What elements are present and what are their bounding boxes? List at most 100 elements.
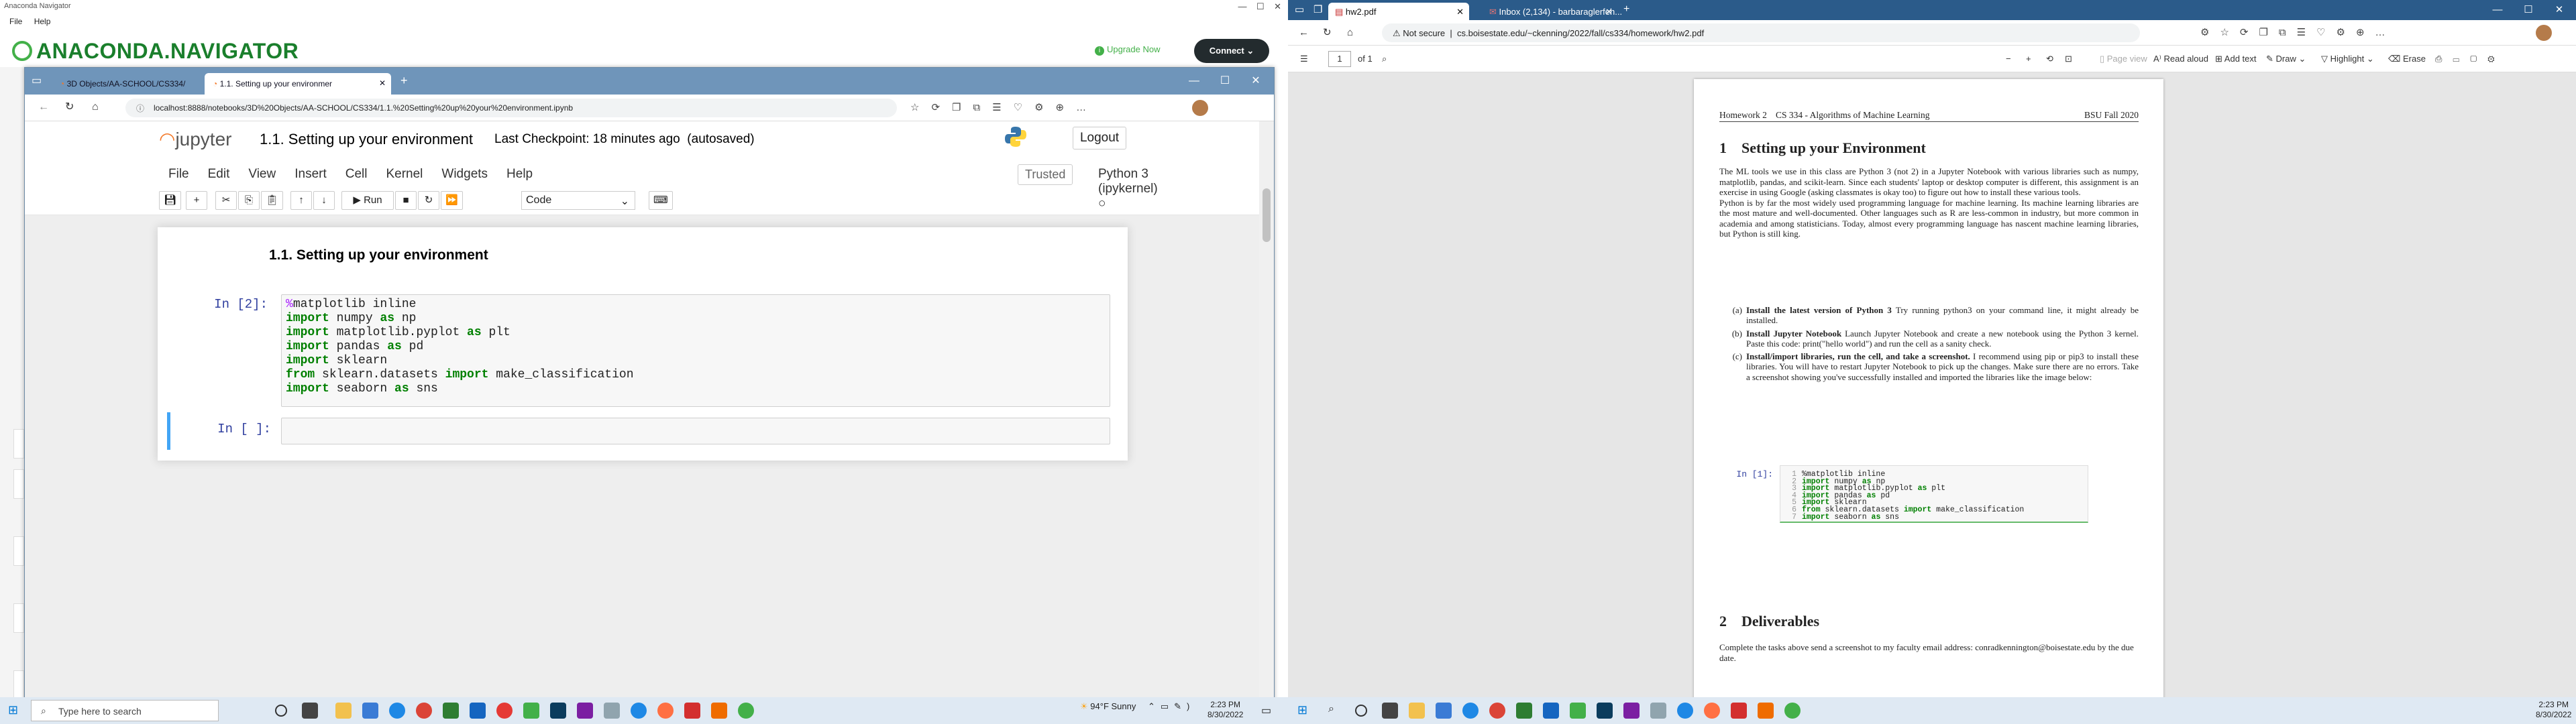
app-icon[interactable] [496, 703, 513, 719]
zoom-in-icon[interactable]: + [2026, 54, 2031, 64]
back-icon[interactable]: ← [1299, 27, 1309, 38]
edge-toolbar-icons[interactable]: ⚙☆⟳❐⧉☰♡⚙⊕… [2200, 26, 2396, 38]
profile-avatar[interactable] [1192, 100, 1208, 116]
page-scrollbar[interactable] [1259, 121, 1274, 705]
fit-icon[interactable]: ⊡ [2065, 54, 2072, 64]
tab-file-browser[interactable]: ◔ 3D Objects/AA-SCHOOL/CS334/ [52, 73, 203, 95]
maximize-icon[interactable]: ☐ [2513, 0, 2544, 20]
tab-pdf[interactable]: ▤ hw2.pdf ✕ [1328, 3, 1469, 20]
home-icon[interactable]: ⌂ [1347, 27, 1353, 38]
new-tab-plus-icon[interactable]: + [400, 74, 408, 86]
menu-file[interactable]: File [159, 160, 199, 188]
cell-input[interactable] [281, 418, 1110, 444]
home-icon[interactable]: ⌂ [92, 102, 99, 113]
close-icon[interactable]: ✕ [1456, 7, 1464, 17]
taskbar-clock[interactable]: 2:23 PM 8/30/2022 [2536, 700, 2571, 720]
task-view-icon[interactable] [302, 703, 318, 719]
edge-icon[interactable] [389, 703, 405, 719]
back-icon[interactable]: ← [38, 102, 49, 113]
app-icon[interactable] [1516, 703, 1532, 719]
app-icon[interactable] [1597, 703, 1613, 719]
scrollbar-thumb[interactable] [1263, 188, 1271, 242]
minimize-icon[interactable]: — [2482, 0, 2513, 20]
taskbar-search-box[interactable]: ⌕ Type here to search [31, 700, 219, 721]
navigator-sidebar-field[interactable] [13, 469, 24, 499]
rotate-icon[interactable]: ⟲ [2046, 54, 2053, 64]
workspaces-icon[interactable]: ❐ [1313, 5, 1322, 15]
url-field[interactable]: ⓘ localhost:8888/notebooks/3D%20Objects/… [125, 99, 897, 117]
navigator-menu-file[interactable]: File [9, 17, 22, 26]
close-window-icon[interactable]: ✕ [2544, 0, 2575, 20]
navigator-sidebar-field[interactable] [13, 670, 24, 700]
mail-icon[interactable] [1543, 703, 1559, 719]
notebook-title[interactable]: 1.1. Setting up your environment [260, 131, 473, 148]
store-icon[interactable] [362, 703, 378, 719]
edge-icon[interactable] [1462, 703, 1479, 719]
anaconda-taskbar-icon[interactable] [1570, 703, 1586, 719]
edge-icon[interactable] [1677, 703, 1693, 719]
highlight-button[interactable]: ▽ Highlight ⌄ [2321, 54, 2374, 64]
menu-help[interactable]: Help [497, 160, 542, 188]
draw-button[interactable]: ✎ Draw ⌄ [2266, 54, 2306, 64]
menu-view[interactable]: View [239, 160, 285, 188]
pdf-action-icons[interactable]: ⎙▭▢⚙ [2435, 54, 2506, 64]
menu-insert[interactable]: Insert [285, 160, 336, 188]
erase-button[interactable]: ⌫ Erase [2388, 54, 2426, 64]
logout-button[interactable]: Logout [1073, 127, 1126, 149]
paste-icon[interactable]: 📋︎ [261, 191, 284, 210]
find-icon[interactable]: ⌕ [1382, 54, 1387, 64]
edge-icon[interactable] [631, 703, 647, 719]
move-down-icon[interactable]: ↓ [313, 191, 335, 210]
save-icon[interactable]: 💾︎ [159, 191, 182, 210]
jupyter-logo[interactable]: ◠jupyter [159, 128, 231, 150]
anaconda-taskbar-icon[interactable] [523, 703, 539, 719]
navigator-sidebar-field[interactable] [13, 429, 24, 459]
app-icon[interactable] [684, 703, 700, 719]
store-icon[interactable] [1436, 703, 1452, 719]
windows-start-icon[interactable]: ⊞ [1297, 704, 1307, 716]
restart-icon[interactable]: ↻ [418, 191, 439, 210]
keyboard-icon[interactable]: ⌨ [649, 191, 673, 210]
app-icon[interactable] [550, 703, 566, 719]
restart-run-all-icon[interactable]: ⏩ [441, 191, 463, 210]
navigator-menu-help[interactable]: Help [34, 17, 51, 26]
menu-widgets[interactable]: Widgets [432, 160, 497, 188]
app-icon[interactable] [604, 703, 620, 719]
move-up-icon[interactable]: ↑ [290, 191, 312, 210]
page-view-button[interactable]: ▯ Page view [2100, 54, 2147, 64]
page-number-input[interactable]: 1 [1328, 51, 1351, 67]
new-tab-plus-icon[interactable]: + [1623, 4, 1629, 15]
code-cell-selected[interactable]: In [ ]: [167, 412, 1113, 450]
add-cell-icon[interactable]: + [186, 191, 207, 210]
url-field[interactable]: ⚠ Not secure | cs.boisestate.edu/~ckenni… [1382, 23, 2140, 42]
refresh-icon[interactable]: ↻ [1323, 27, 1332, 38]
chrome-icon[interactable] [1489, 703, 1505, 719]
pdf-scrollbar[interactable] [2567, 72, 2576, 697]
upgrade-now-link[interactable]: i Upgrade Now [1095, 44, 1161, 56]
app-icon[interactable] [443, 703, 459, 719]
navigator-window-controls[interactable]: — ☐ ✕ [1238, 1, 1281, 12]
profile-avatar[interactable] [2536, 25, 2552, 41]
cortana-icon[interactable] [1355, 705, 1367, 717]
copy-icon[interactable]: ⎘ [238, 191, 260, 210]
cortana-icon[interactable] [275, 705, 287, 717]
windows-start-icon[interactable]: ⊞ [8, 704, 18, 716]
trusted-indicator[interactable]: Trusted [1018, 164, 1073, 185]
zoom-out-icon[interactable]: − [2006, 54, 2011, 64]
maximize-icon[interactable]: ☐ [1210, 68, 1240, 95]
tab-notebook[interactable]: ◔ 1.1. Setting up your environmer ✕ [205, 73, 391, 95]
interrupt-icon[interactable]: ■ [395, 191, 417, 210]
refresh-icon[interactable]: ↻ [65, 102, 74, 113]
app-icon[interactable] [1623, 703, 1640, 719]
connect-button[interactable]: Connect ⌄ [1194, 39, 1269, 63]
edge-toolbar-icons[interactable]: ☆⟳❐⧉☰♡⚙⊕… [910, 101, 1098, 113]
close-window-icon[interactable]: ✕ [1240, 68, 1271, 95]
menu-cell[interactable]: Cell [336, 160, 377, 188]
contents-icon[interactable]: ☰ [1300, 54, 1308, 64]
app-icon[interactable] [1650, 703, 1666, 719]
chrome-icon[interactable] [416, 703, 432, 719]
anaconda-taskbar-icon[interactable] [1784, 703, 1801, 719]
app-icon[interactable] [711, 703, 727, 719]
firefox-icon[interactable] [1704, 703, 1720, 719]
code-cell[interactable]: In [2]: %matplotlib inline import numpy a… [167, 294, 1113, 408]
